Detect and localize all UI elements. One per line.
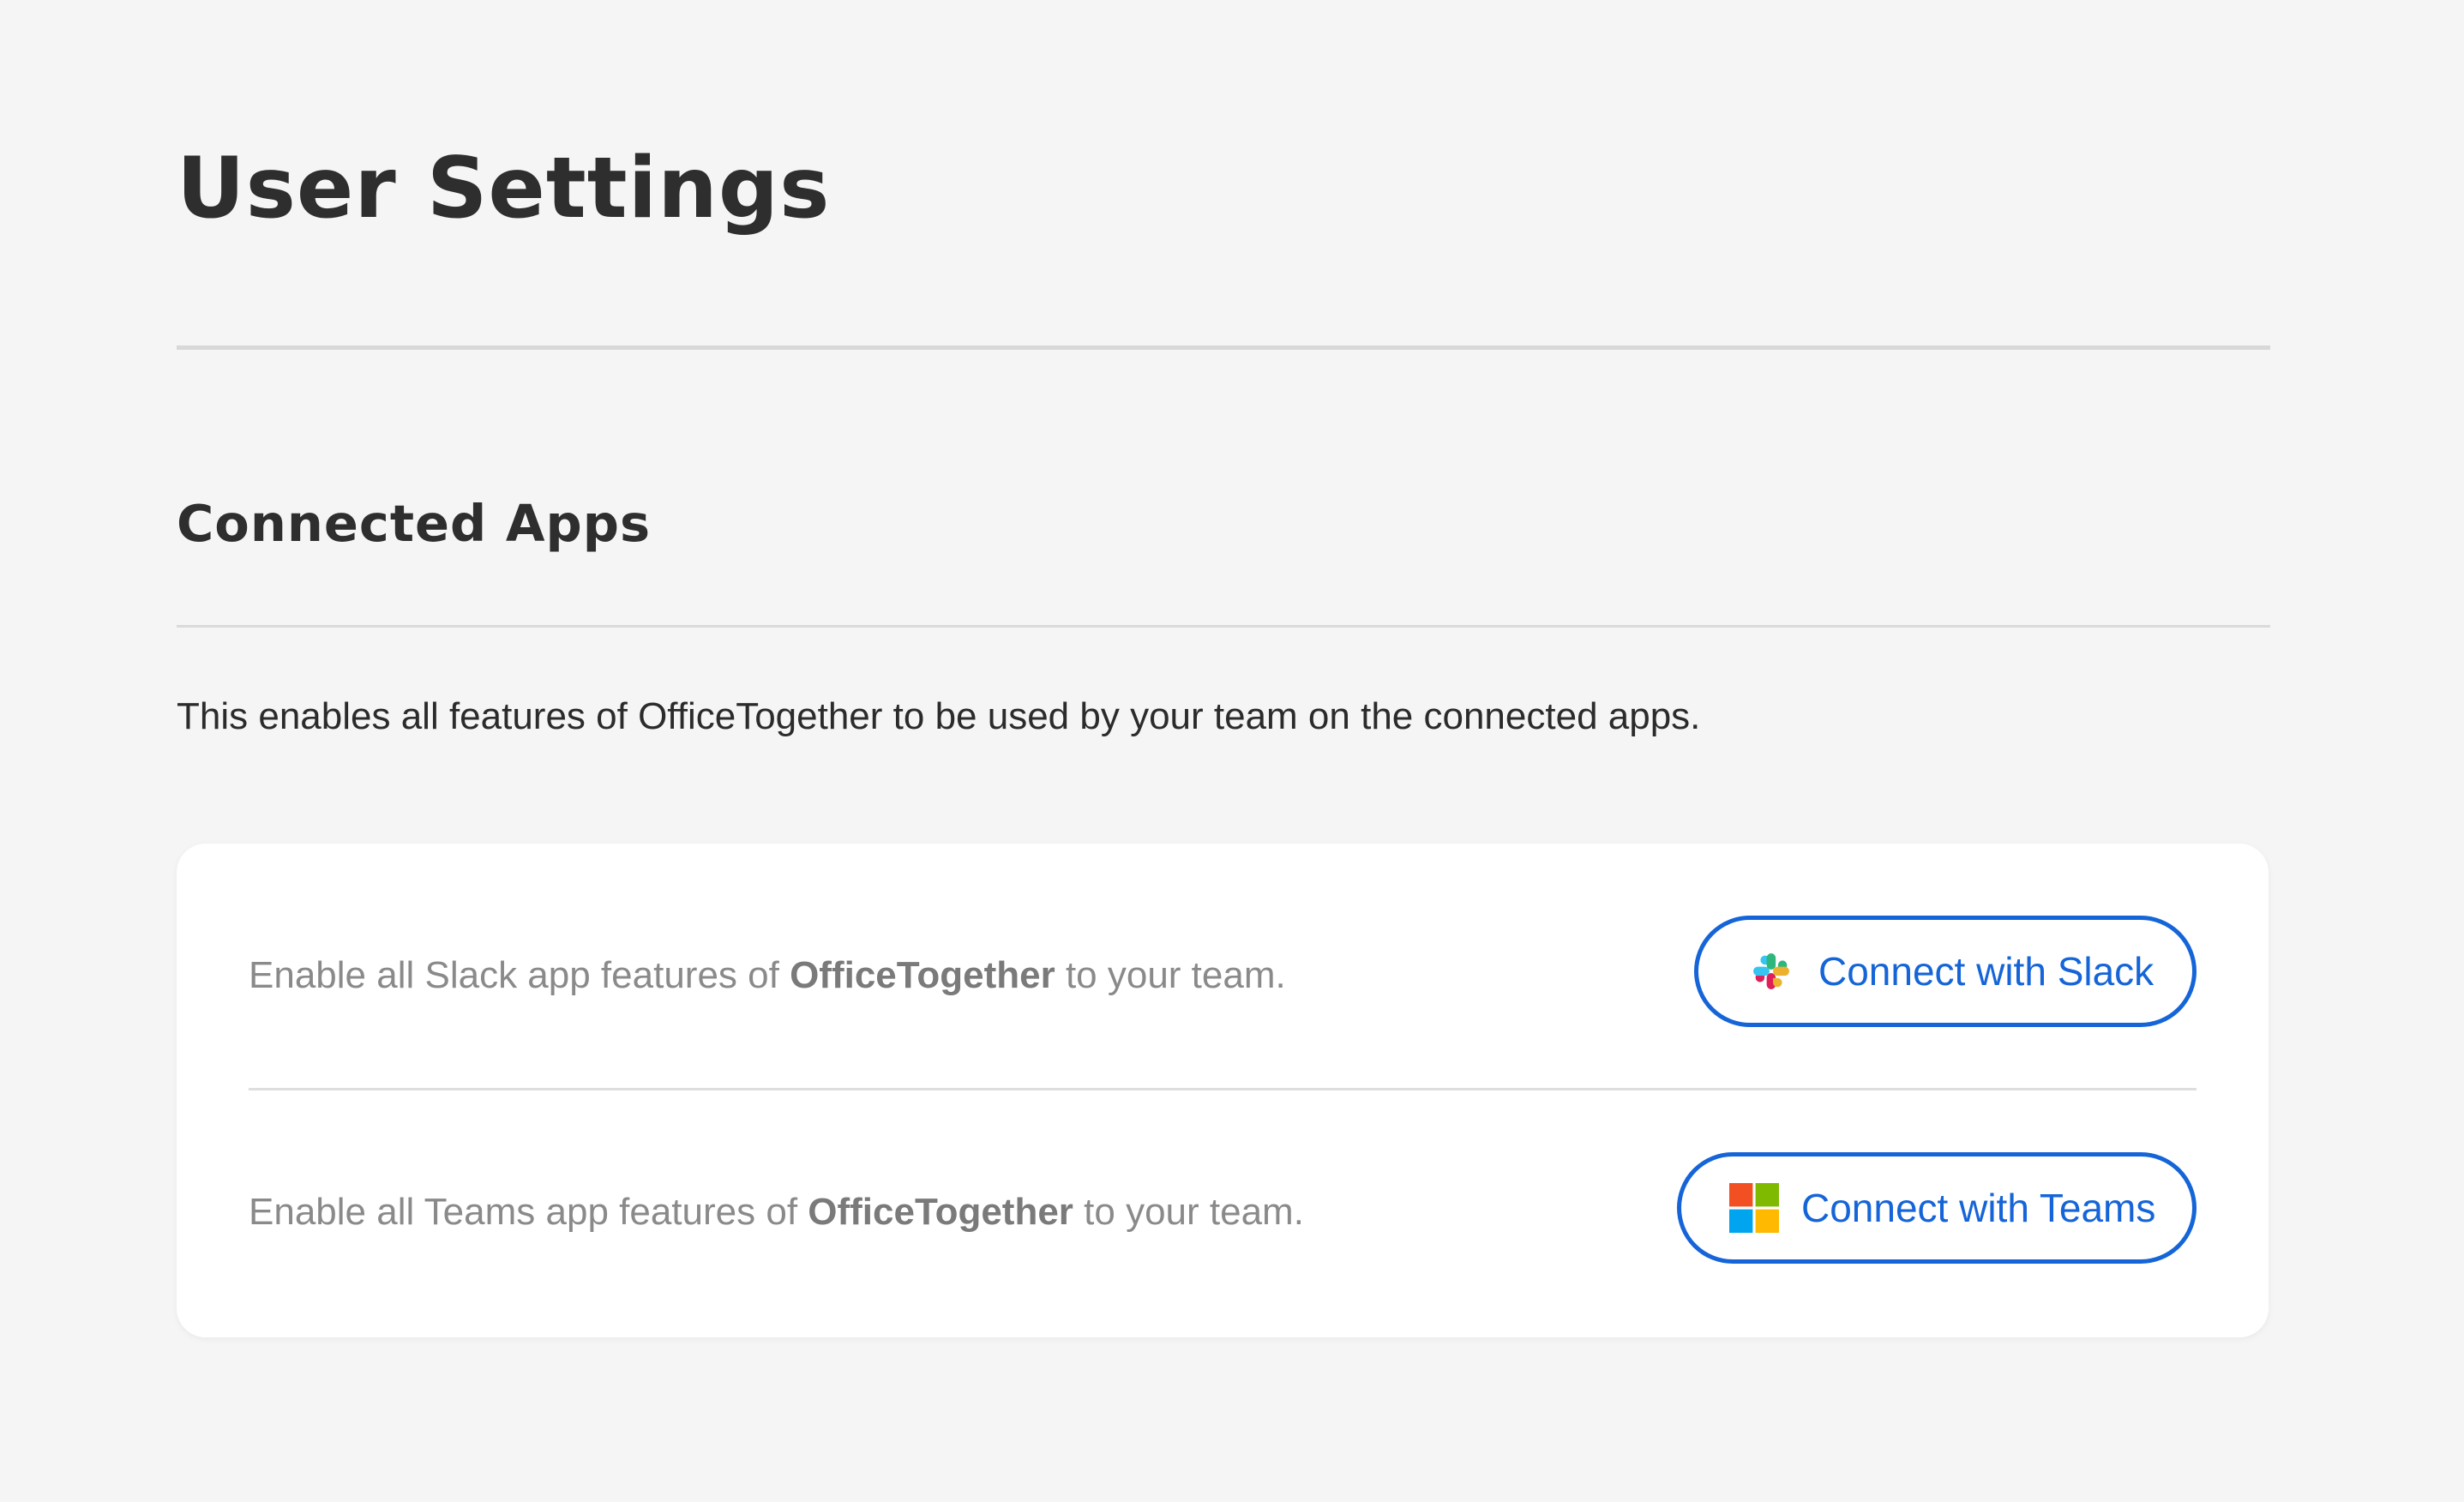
connect-with-slack-label: Connect with Slack — [1818, 949, 2154, 994]
slack-row-description: Enable all Slack app features of OfficeT… — [249, 950, 1286, 1001]
teams-text-after: to your team. — [1073, 1191, 1304, 1233]
connected-apps-description: This enables all features of OfficeToget… — [177, 695, 1701, 737]
connected-apps-heading: Connected Apps — [177, 494, 652, 553]
page-title: User Settings — [177, 140, 831, 237]
slack-connection-row: Enable all Slack app features of OfficeT… — [249, 916, 2197, 1036]
connected-apps-card: Enable all Slack app features of OfficeT… — [177, 844, 2269, 1337]
slack-text-after: to your team. — [1055, 954, 1286, 996]
connect-with-teams-button[interactable]: Connect with Teams — [1677, 1152, 2197, 1264]
microsoft-logo-icon — [1729, 1183, 1779, 1233]
slack-logo-icon — [1753, 953, 1789, 989]
page-title-divider — [177, 345, 2270, 350]
teams-text-before: Enable all Teams app features of — [249, 1191, 808, 1233]
teams-row-description: Enable all Teams app features of OfficeT… — [249, 1187, 1304, 1238]
user-settings-page: User Settings Connected Apps This enable… — [177, 0, 2270, 1502]
card-row-divider — [249, 1088, 2197, 1090]
section-divider — [177, 625, 2270, 628]
connect-with-teams-label: Connect with Teams — [1801, 1186, 2156, 1230]
slack-text-before: Enable all Slack app features of — [249, 954, 790, 996]
slack-brand-name: OfficeTogether — [790, 954, 1055, 996]
connect-with-slack-button[interactable]: Connect with Slack — [1694, 916, 2197, 1027]
teams-brand-name: OfficeTogether — [808, 1191, 1073, 1233]
teams-connection-row: Enable all Teams app features of OfficeT… — [249, 1152, 2197, 1272]
